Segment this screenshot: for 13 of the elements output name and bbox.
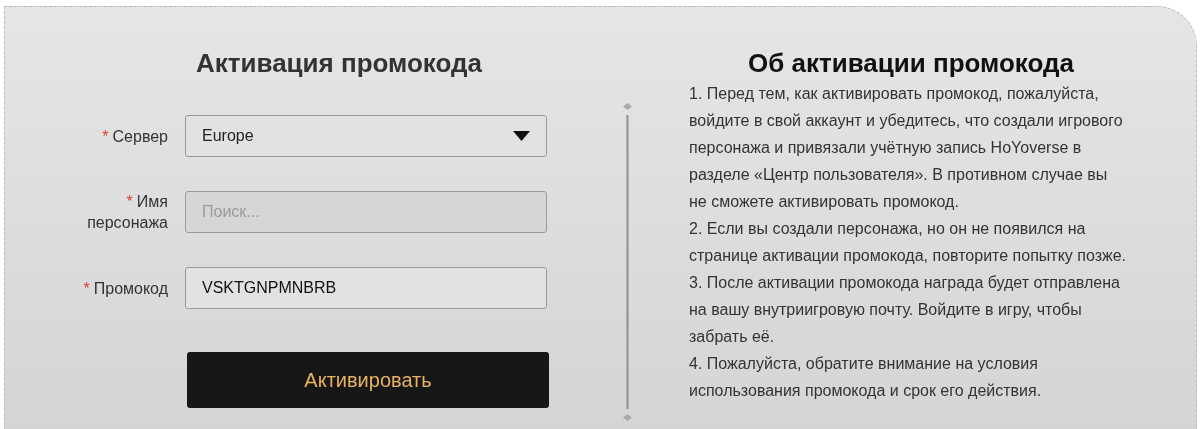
info-paragraph: 3. После активации промокода награда будет отправлена на вашу внутриигровую почту. Войдите в игру, чтобы забрать её. — [689, 273, 1121, 347]
info-paragraph: 2. Если вы создали персонажа, но он не появился на странице активации промокода, повторите попытку позже. — [689, 219, 1126, 266]
info-paragraph: 4. Пожалуйста, обратите внимание на условия использования промокода и срок его действия. — [689, 354, 1043, 401]
field-label: * Имя персонажа — [86, 192, 168, 233]
info-paragraph: 1. Перед тем, как активировать промокод, пожалуйста, войдите в свой аккаунт и убедитесь, что создали игрового персонажа и привязали учётную запись HoYoverse в разделе «Центр пользователя». В противном случае вы не сможете активировать промокод. — [689, 84, 1124, 212]
field-label: * Сервер — [101, 126, 168, 147]
input-field[interactable]: VSKTGNPMNBRB — [185, 267, 547, 309]
info-title: Об активации промокода — [748, 47, 1076, 80]
field-label: * Промокод — [82, 278, 168, 299]
caret-down-icon — [513, 131, 530, 141]
activate-button[interactable]: Активировать — [187, 352, 549, 408]
form-title: Активация промокода — [196, 47, 484, 80]
server-select[interactable]: Europe — [185, 115, 547, 157]
